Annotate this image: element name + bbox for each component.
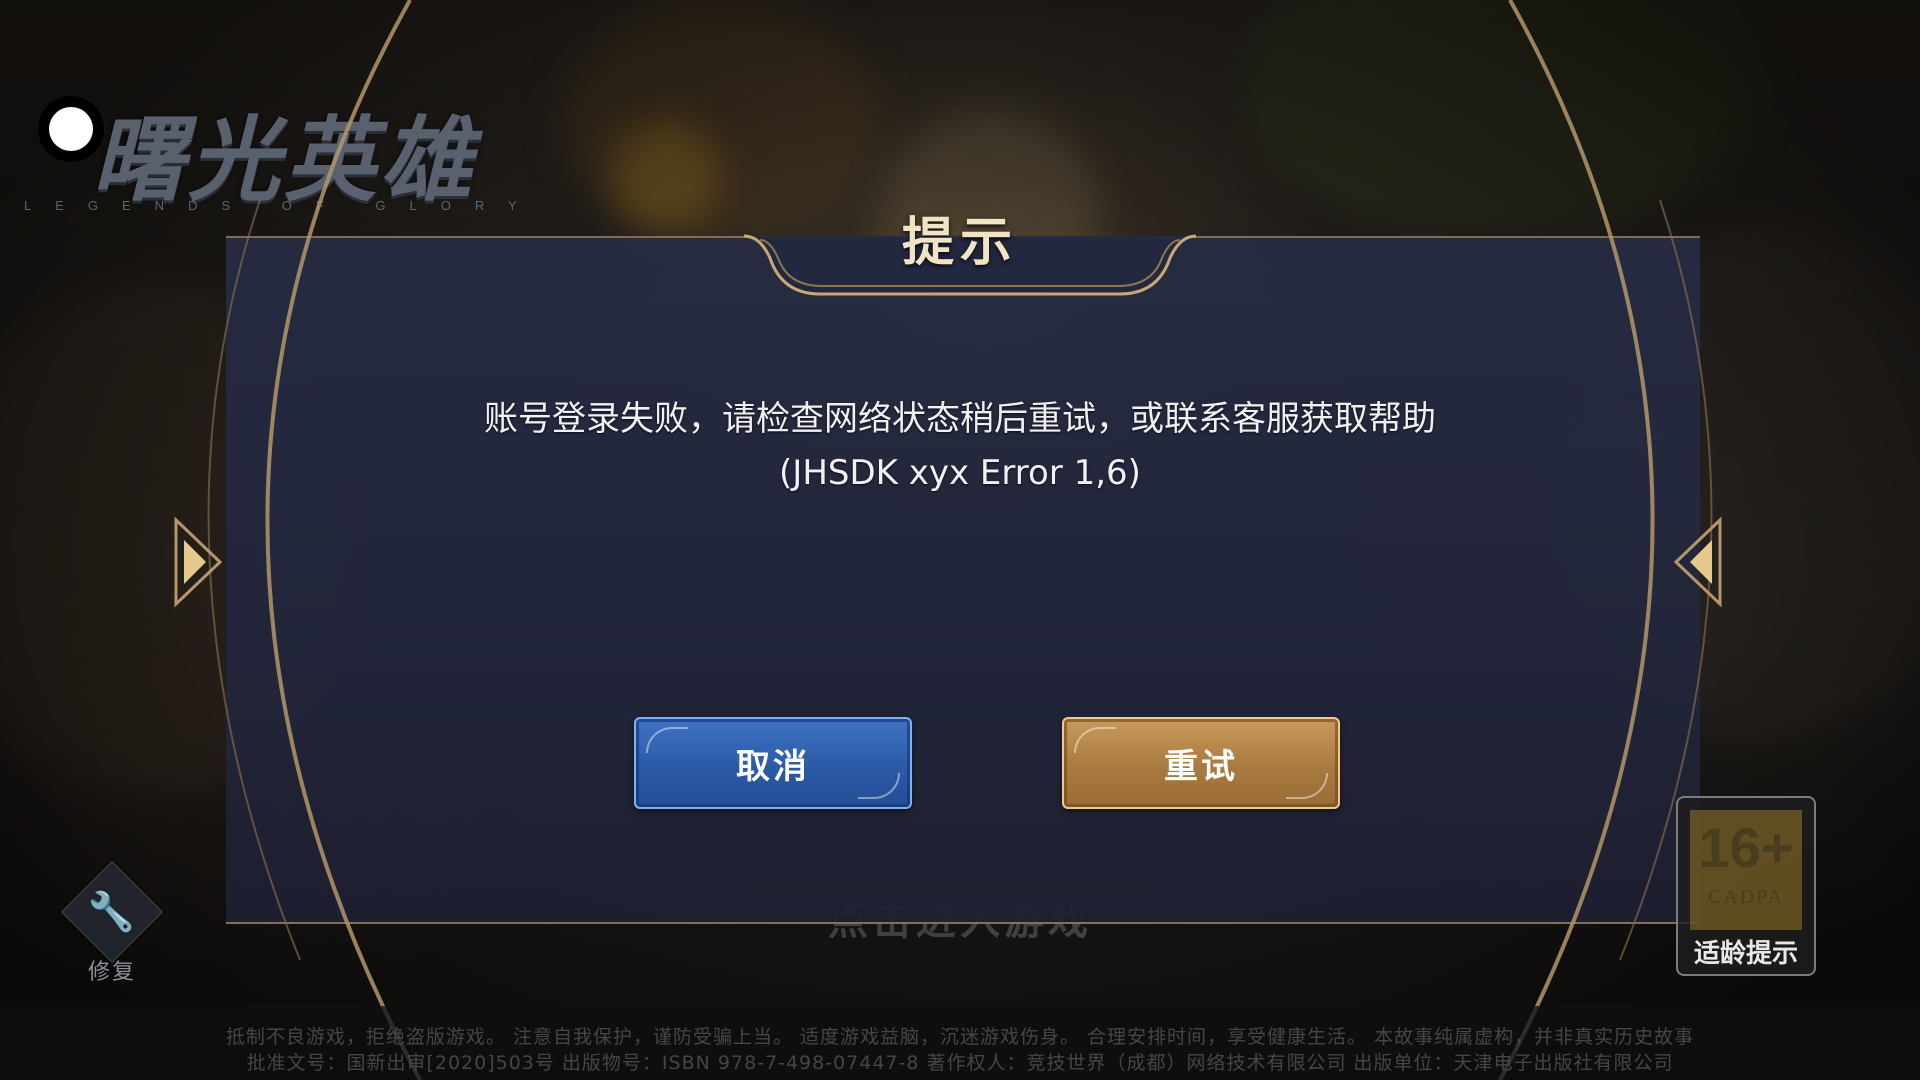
wrench-icon: 🔧 xyxy=(61,861,163,963)
age-rating-badge[interactable]: 16+ CADPA 适龄提示 xyxy=(1676,796,1816,976)
retry-button[interactable]: 重试 xyxy=(1062,717,1340,809)
age-rating-number: 16+ xyxy=(1698,816,1794,879)
footer-health-notice: 抵制不良游戏，拒绝盗版游戏。 注意自我保护，谨防受骗上当。 适度游戏益脑，沉迷游… xyxy=(225,1026,1695,1048)
age-rating-org: CADPA xyxy=(1708,886,1784,908)
dialog-message: 账号登录失败，请检查网络状态稍后重试，或联系客服获取帮助(JHSDK xyx E… xyxy=(484,399,1436,493)
game-screen: 曙光英雄 LEGENDS OF GLORY 点击进入游戏 提示 账号登录失败，请… xyxy=(0,0,1920,1080)
legal-footer: 抵制不良游戏，拒绝盗版游戏。 注意自我保护，谨防受骗上当。 适度游戏益脑，沉迷游… xyxy=(0,1006,1920,1080)
age-rating-label: 适龄提示 xyxy=(1693,939,1798,969)
repair-button[interactable]: 🔧 修复 xyxy=(61,861,163,985)
cancel-button-label: 取消 xyxy=(736,746,810,787)
footer-publication-info: 批准文号：国新出审[2020]503号 出版物号：ISBN 978-7-498-… xyxy=(246,1052,1674,1074)
dialog-frame-ornament xyxy=(174,0,1722,1080)
cancel-button[interactable]: 取消 xyxy=(634,717,912,809)
retry-button-label: 重试 xyxy=(1164,746,1238,787)
